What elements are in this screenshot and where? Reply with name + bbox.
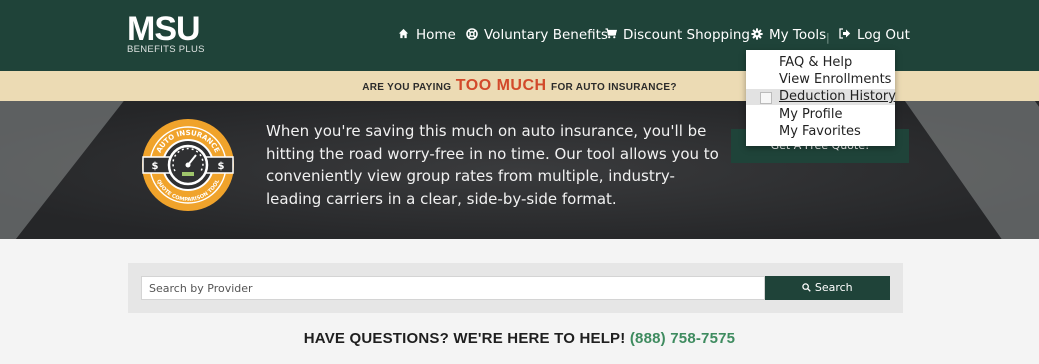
help-text: HAVE QUESTIONS? WE'RE HERE TO HELP! (303, 330, 626, 347)
nav-log-out-label: Log Out (857, 27, 910, 43)
nav-voluntary-benefits-label: Voluntary Benefits (484, 27, 608, 43)
main-nav: Home Voluntary Benefits Discount Shoppin… (0, 27, 1039, 47)
promo-pre-text: ARE YOU PAYING (362, 82, 452, 93)
nav-home-label: Home (416, 27, 456, 43)
nav-separator: | (826, 31, 830, 44)
dropdown-item-my-profile[interactable]: My Profile (779, 107, 842, 122)
nav-voluntary-benefits[interactable]: Voluntary Benefits (465, 27, 608, 43)
cart-icon (604, 28, 617, 42)
nav-log-out[interactable]: Log Out (838, 27, 910, 43)
search-icon (802, 281, 815, 294)
dropdown-item-view-enrollments[interactable]: View Enrollments (779, 72, 891, 87)
hero-description: When you're saving this much on auto ins… (266, 122, 719, 208)
dropdown-item-my-favorites[interactable]: My Favorites (779, 124, 861, 139)
lifebuoy-icon (465, 27, 478, 43)
dropdown-item-faq-help[interactable]: FAQ & Help (779, 55, 852, 70)
nav-discount-shopping-label: Discount Shopping (623, 27, 750, 43)
my-tools-dropdown: FAQ & Help View Enrollments Deduction Hi… (746, 50, 896, 146)
search-button[interactable]: Search (765, 276, 890, 300)
nav-discount-shopping[interactable]: Discount Shopping (604, 27, 750, 43)
dropdown-item-deduction-history[interactable]: Deduction History (779, 89, 896, 104)
document-icon (760, 92, 772, 104)
nav-home[interactable]: Home (397, 27, 456, 43)
logout-icon (838, 28, 851, 42)
badge-right-dollar: $ (218, 161, 225, 172)
help-phone-link[interactable]: (888) 758-7575 (630, 330, 735, 347)
search-input[interactable] (141, 276, 765, 300)
auto-insurance-badge-icon: AUTO INSURANCE QUOTE COMPARISON TOOL $ $ (142, 119, 234, 211)
nav-my-tools-label: My Tools (769, 27, 827, 43)
search-button-label: Search (814, 281, 853, 294)
nav-my-tools[interactable]: My Tools (750, 27, 826, 43)
gear-icon (750, 27, 763, 43)
home-icon (397, 28, 410, 42)
promo-highlight-text: TOO MUCH (455, 77, 547, 94)
promo-post-text: FOR AUTO INSURANCE? (551, 82, 677, 93)
help-line: HAVE QUESTIONS? WE'RE HERE TO HELP! (888… (0, 330, 1039, 347)
badge-left-dollar: $ (152, 161, 159, 172)
